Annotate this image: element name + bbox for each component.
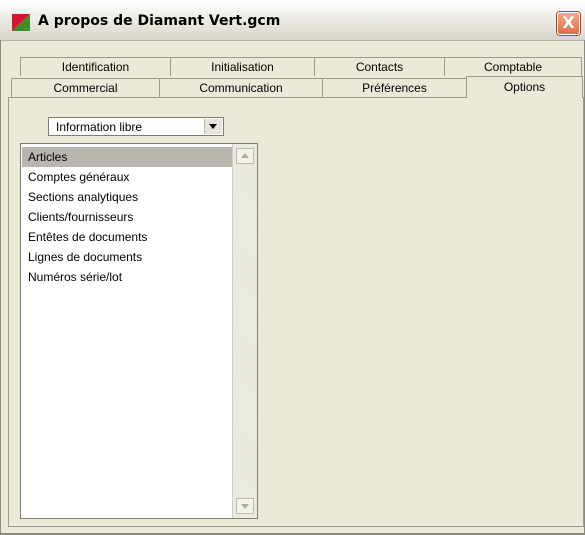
chevron-down-icon: [209, 124, 217, 129]
arrow-up-icon: [241, 153, 249, 158]
tab-label: Commercial: [53, 81, 118, 95]
tab-commercial[interactable]: Commercial: [11, 78, 160, 97]
window-title: A propos de Diamant Vert.gcm: [38, 13, 281, 29]
tab-label: Comptable: [483, 60, 543, 74]
scroll-down-button[interactable]: [236, 498, 254, 514]
arrow-down-icon: [241, 504, 249, 509]
info-type-select[interactable]: Information libre: [48, 117, 224, 136]
tab-label: Identification: [61, 60, 130, 74]
dropdown-button[interactable]: [204, 119, 222, 134]
list-scrollbar[interactable]: [232, 144, 257, 518]
list-item-numeros-serie-lot[interactable]: Numéros série/lot: [22, 267, 235, 287]
tab-comptable[interactable]: Comptable: [444, 57, 582, 76]
list-item-articles[interactable]: Articles: [22, 147, 235, 167]
app-icon: [12, 14, 30, 31]
title-bar: A propos de Diamant Vert.gcm X: [0, 0, 585, 41]
list-item-entetes-documents[interactable]: Entêtes de documents: [22, 227, 235, 247]
tab-identification[interactable]: Identification: [20, 57, 171, 76]
list-item-clients-fournisseurs[interactable]: Clients/fournisseurs: [22, 207, 235, 227]
scroll-up-button[interactable]: [236, 148, 254, 164]
tab-options[interactable]: Options: [466, 76, 583, 98]
close-icon: X: [562, 13, 575, 32]
list-item-lignes-documents[interactable]: Lignes de documents: [22, 247, 235, 267]
tab-initialisation[interactable]: Initialisation: [170, 57, 315, 76]
tab-label: Contacts: [355, 60, 404, 74]
tab-label: Préférences: [362, 81, 427, 95]
list-item-comptes-generaux[interactable]: Comptes généraux: [22, 167, 235, 187]
field-list[interactable]: Articles Comptes généraux Sections analy…: [20, 143, 258, 519]
tab-label: Communication: [199, 81, 283, 95]
list-item-sections-analytiques[interactable]: Sections analytiques: [22, 187, 235, 207]
tab-label: Initialisation: [211, 60, 274, 74]
tab-contacts[interactable]: Contacts: [314, 57, 445, 76]
tab-label: Options: [503, 80, 546, 94]
tab-communication[interactable]: Communication: [159, 78, 323, 97]
tab-preferences[interactable]: Préférences: [322, 78, 467, 97]
close-button[interactable]: X: [557, 12, 580, 35]
select-value: Information libre: [56, 120, 143, 134]
